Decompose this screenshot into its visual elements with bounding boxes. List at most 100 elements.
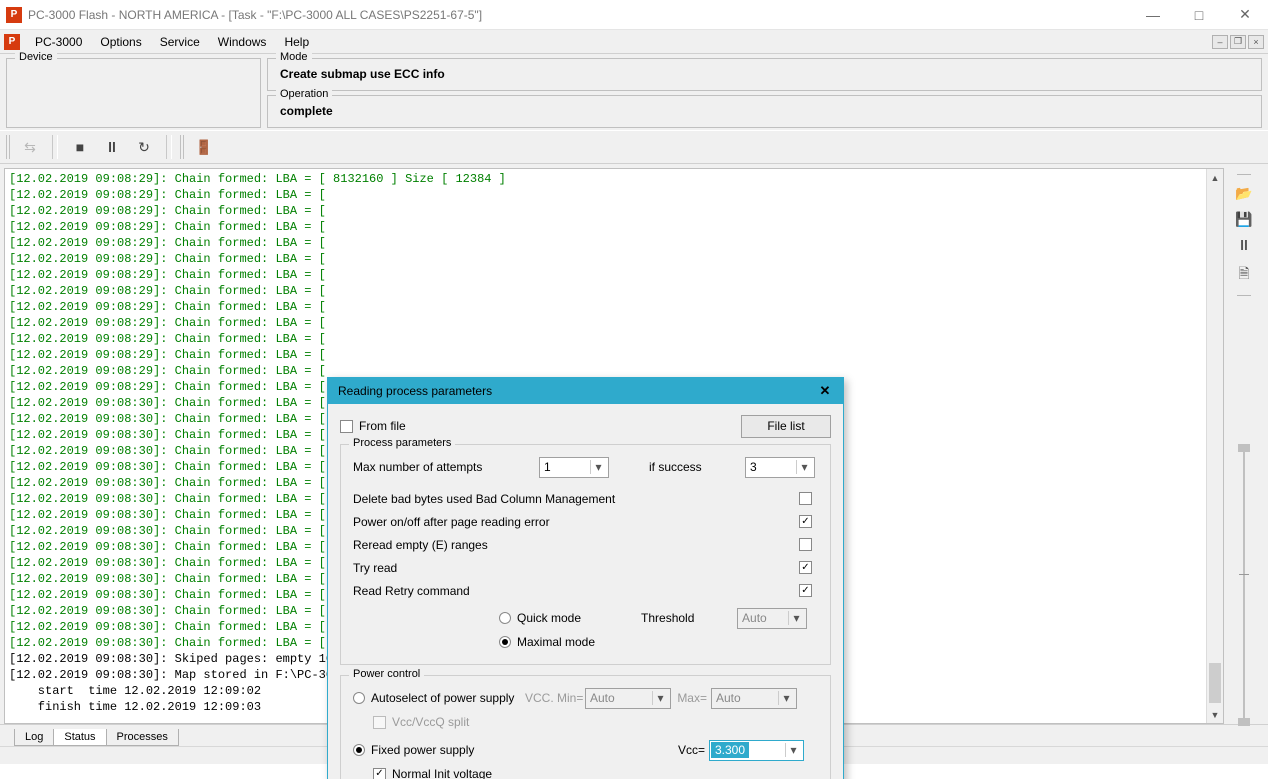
scroll-up-icon[interactable]: ▲ [1207,169,1223,186]
close-button[interactable]: ✕ [1222,0,1268,29]
device-legend: Device [15,51,57,63]
autoselect-radio[interactable] [353,692,365,704]
max-combo: Auto ▾ [711,688,797,709]
chevron-down-icon: ▾ [652,691,668,705]
dialog-titlebar[interactable]: Reading process parameters ✕ [328,378,843,404]
opt-tryread-checkbox[interactable] [799,561,812,574]
dialog-close-icon[interactable]: ✕ [813,383,837,399]
opt-power-checkbox[interactable] [799,515,812,528]
opt-readretry-label: Read Retry command [353,584,798,598]
opt-readretry-checkbox[interactable] [799,584,812,597]
side-slider[interactable] [1236,444,1252,724]
menu-help[interactable]: Help [275,32,318,52]
chevron-down-icon: ▾ [778,691,794,705]
slider-tick [1239,574,1249,575]
opt-reread-label: Reread empty (E) ranges [353,538,798,552]
log-scrollbar[interactable]: ▲ ▼ [1206,169,1223,723]
mode-panel: Mode Create submap use ECC info [267,58,1262,91]
menu-options[interactable]: Options [91,32,150,52]
menu-windows[interactable]: Windows [209,32,276,52]
side-open-icon[interactable]: 📂 [1235,185,1253,201]
maximal-mode-radio[interactable] [499,636,511,648]
chevron-down-icon: ▾ [796,460,812,474]
toolbar-separator [166,135,172,159]
side-export-icon[interactable]: 🗎 [1235,263,1253,279]
tb-pause-button[interactable]: ll [98,134,126,160]
operation-panel: Operation complete [267,95,1262,128]
mdi-restore-button[interactable]: ❐ [1230,35,1246,49]
tb-loop-button[interactable]: ↻ [130,134,158,160]
power-control-fieldset: Power control Autoselect of power supply… [340,675,831,779]
process-parameters-fieldset: Process parameters Max number of attempt… [340,444,831,665]
vcc-combo[interactable]: 3.300 ▾ [709,740,804,761]
dialog-title: Reading process parameters [338,384,492,398]
max-attempts-label: Max number of attempts [353,460,539,474]
chevron-down-icon: ▾ [788,611,804,625]
window-title: PC-3000 Flash - NORTH AMERICA - [Task - … [28,8,1130,22]
maximize-button[interactable]: □ [1176,0,1222,29]
max-value: Auto [716,691,741,705]
vcc-min-value: Auto [590,691,615,705]
if-success-value: 3 [750,460,757,474]
vcc-split-checkbox [373,716,386,729]
normal-init-label: Normal Init voltage [392,767,492,779]
vcc-min-label: VCC. Min= [525,691,585,705]
menu-pc3000[interactable]: PC-3000 [26,32,91,52]
max-attempts-value: 1 [544,460,551,474]
max-attempts-combo[interactable]: 1 ▾ [539,457,609,478]
power-control-legend: Power control [349,668,424,680]
mdi-minimize-button[interactable]: – [1212,35,1228,49]
chevron-down-icon: ▾ [785,743,801,757]
tb-exit-icon: 🚪 [190,134,218,160]
from-file-label: From file [359,419,406,433]
threshold-combo: Auto ▾ [737,608,807,629]
fixed-supply-label: Fixed power supply [371,743,671,757]
side-pause-icon[interactable]: ll [1235,237,1253,253]
quick-mode-radio[interactable] [499,612,511,624]
tab-processes[interactable]: Processes [106,729,179,746]
from-file-checkbox[interactable] [340,420,353,433]
reading-params-dialog: Reading process parameters ✕ From file F… [327,377,844,779]
toolbar-grip[interactable] [180,135,186,159]
window-titlebar: P PC-3000 Flash - NORTH AMERICA - [Task … [0,0,1268,30]
autoselect-label: Autoselect of power supply [371,691,525,705]
threshold-value: Auto [742,611,767,625]
vcc-value: 3.300 [711,742,749,758]
device-panel: Device [6,58,261,128]
if-success-combo[interactable]: 3 ▾ [745,457,815,478]
tab-status[interactable]: Status [53,729,106,746]
minimize-button[interactable]: — [1130,0,1176,29]
menu-service[interactable]: Service [151,32,209,52]
opt-tryread-label: Try read [353,561,798,575]
chevron-down-icon: ▾ [590,460,606,474]
opt-reread-checkbox[interactable] [799,538,812,551]
opt-delete-checkbox[interactable] [799,492,812,505]
quick-mode-label: Quick mode [517,611,581,625]
fixed-supply-radio[interactable] [353,744,365,756]
side-save-icon[interactable]: 💾 [1235,211,1253,227]
tb-plug-icon: ⇆ [16,134,44,160]
toolbar: ⇆ ■ ll ↻ 🚪 [0,130,1268,164]
menubar: P PC-3000 Options Service Windows Help –… [0,30,1268,54]
scroll-thumb[interactable] [1209,663,1221,703]
app-icon: P [6,7,22,23]
vcc-split-label: Vcc/VccQ split [392,715,469,729]
mode-value: Create submap use ECC info [280,67,445,81]
side-sep [1237,295,1251,296]
operation-value: complete [280,104,333,118]
toolbar-grip[interactable] [6,135,12,159]
vcc-label: Vcc= [671,743,709,757]
mdi-close-button[interactable]: × [1248,35,1264,49]
normal-init-checkbox[interactable] [373,768,386,779]
side-toolbar: 📂 💾 ll 🗎 [1224,168,1264,724]
if-success-label: if success [649,460,745,474]
tab-log[interactable]: Log [14,729,54,746]
tb-stop-button[interactable]: ■ [66,134,94,160]
max-label: Max= [671,691,711,705]
operation-legend: Operation [276,88,332,100]
scroll-down-icon[interactable]: ▼ [1207,706,1223,723]
side-sep [1237,174,1251,175]
file-list-button[interactable]: File list [741,415,831,438]
maximal-mode-label: Maximal mode [517,635,595,649]
opt-delete-label: Delete bad bytes used Bad Column Managem… [353,492,798,506]
